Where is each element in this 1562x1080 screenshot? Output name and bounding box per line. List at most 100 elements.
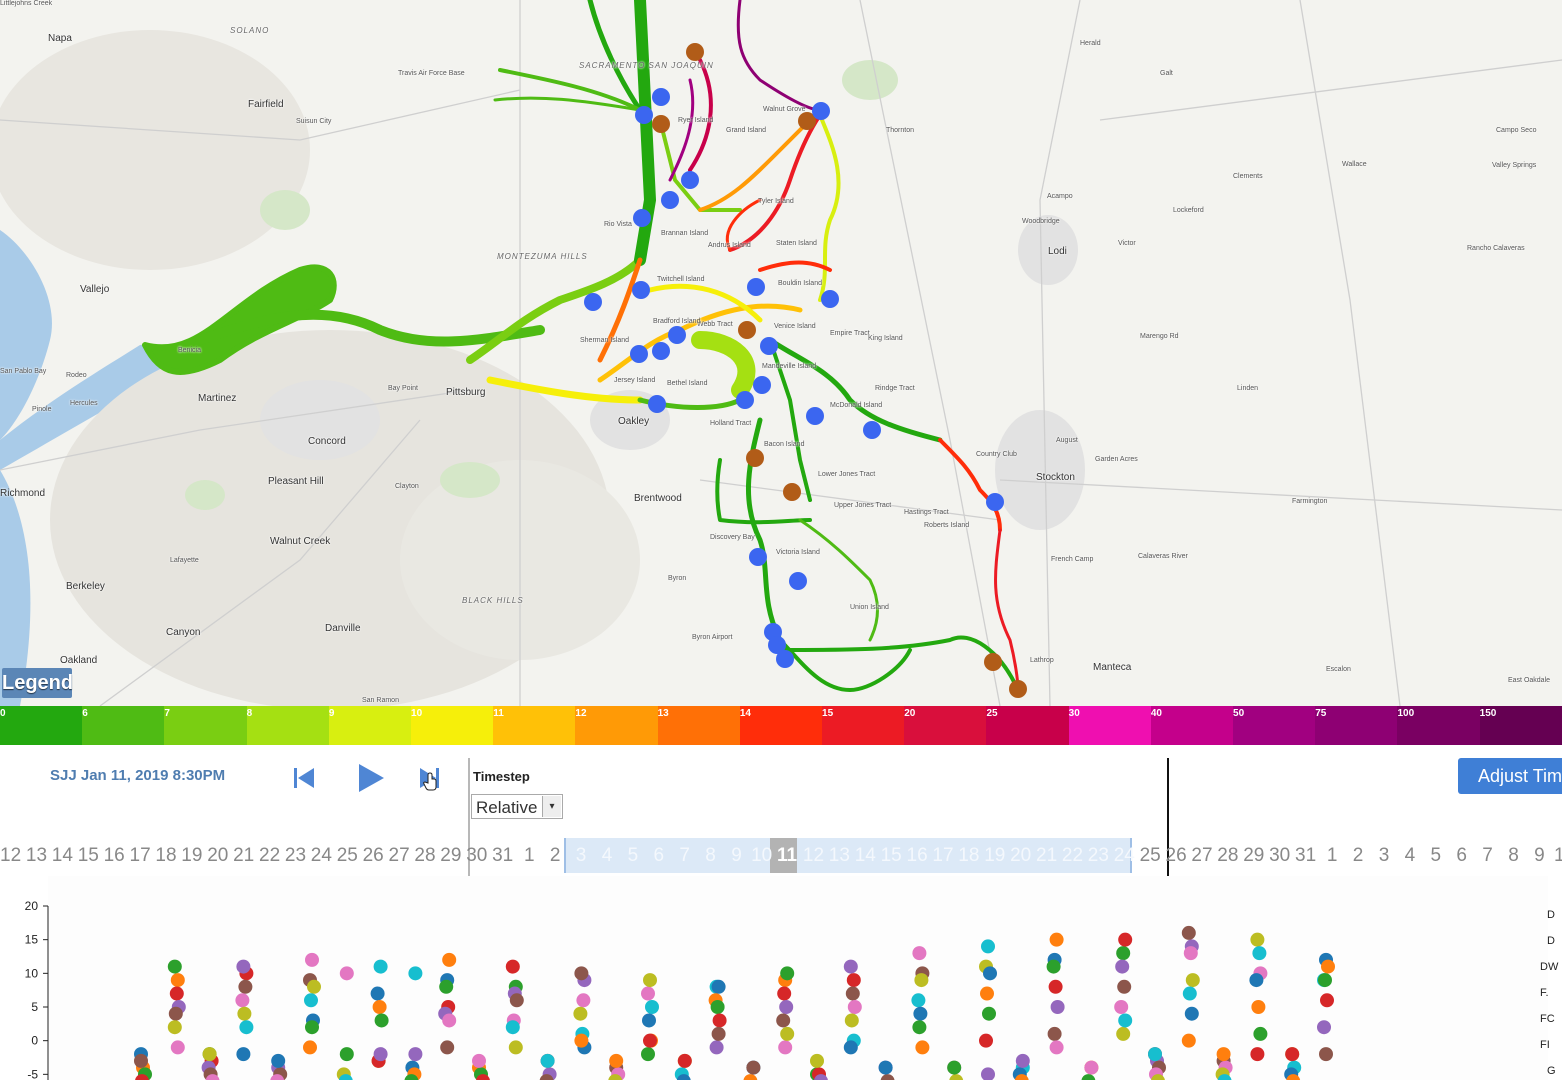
timeline-day[interactable]: 22 (1062, 845, 1083, 867)
timeline-day[interactable]: 25 (1140, 845, 1161, 867)
map-label: Oakland (60, 655, 98, 666)
timeline-day[interactable]: 22 (259, 845, 280, 867)
timeline-day[interactable]: 18 (958, 845, 979, 867)
scatter-point (1148, 1047, 1162, 1062)
timeline-day[interactable]: 13 (829, 845, 850, 867)
timeline-day[interactable]: 18 (155, 845, 176, 867)
timeline-day[interactable]: 1 (524, 845, 535, 867)
timeline-day[interactable]: 24 (1114, 845, 1135, 867)
first-step-button[interactable] (288, 761, 322, 795)
timeline-day[interactable]: 9 (731, 845, 742, 867)
timeline-day[interactable]: 4 (1405, 845, 1416, 867)
scatter-point (1084, 1060, 1099, 1075)
timestep-select[interactable]: Relative ▾ (471, 794, 563, 819)
map-label: San Ramon (362, 697, 399, 704)
timeline-day[interactable]: 29 (440, 845, 461, 867)
timeline-day[interactable]: 7 (679, 845, 690, 867)
timeline-day[interactable]: 28 (414, 845, 435, 867)
timeline-day[interactable]: 5 (628, 845, 639, 867)
timeline-day[interactable]: 30 (1269, 845, 1290, 867)
scatter-point (239, 1020, 254, 1035)
timeline-day[interactable]: 16 (104, 845, 125, 867)
map-label: Holland Tract (710, 420, 752, 427)
timeline-day[interactable]: 10 (1554, 845, 1562, 867)
timeline-day[interactable]: 17 (932, 845, 953, 867)
timeline-day[interactable]: 13 (26, 845, 47, 867)
timeline-day[interactable]: 24 (311, 845, 332, 867)
timeline-day[interactable]: 6 (654, 845, 665, 867)
timeline-day[interactable]: 14 (52, 845, 73, 867)
scatter-point (609, 1053, 624, 1068)
scatter-point (911, 993, 926, 1008)
map-label: Country Club (976, 451, 1017, 458)
timeline-day[interactable]: 2 (550, 845, 561, 867)
map-label: BLACK HILLS (462, 596, 524, 605)
scatter-point (1250, 1047, 1265, 1062)
date-timeline[interactable]: 12 13 14 15 16 17 18 19 20 21 22 23 24 25 26 27 28 29 30 31… (0, 838, 1562, 874)
timeline-day[interactable]: 15 (78, 845, 99, 867)
adjust-time-button[interactable]: Adjust Tim (1458, 758, 1562, 794)
chevron-down-icon[interactable]: ▾ (542, 796, 561, 817)
timeline-day[interactable]: 14 (855, 845, 876, 867)
timeline-day[interactable]: 21 (1036, 845, 1057, 867)
timeline-day[interactable]: 16 (907, 845, 928, 867)
timeline-day[interactable]: 9 (1534, 845, 1545, 867)
timeline-day[interactable]: 29 (1243, 845, 1264, 867)
timeline-day[interactable]: 30 (466, 845, 487, 867)
map-label: Staten Island (776, 240, 817, 247)
timeline-day[interactable]: 5 (1431, 845, 1442, 867)
play-button[interactable] (354, 761, 388, 795)
scatter-point (980, 986, 994, 1001)
last-step-button[interactable] (414, 761, 448, 795)
timeline-day[interactable]: 25 (337, 845, 358, 867)
timeline-day[interactable]: 2 (1353, 845, 1364, 867)
scatter-point (1252, 946, 1267, 961)
map-label: Roberts Island (924, 522, 970, 529)
timeline-day[interactable]: 3 (576, 845, 587, 867)
timeline-day[interactable]: 31 (1295, 845, 1316, 867)
ec-colorbar: 0 6 7 8 9 10 11 12 13 14 15 20 25 30 40 50 75 100 150 (0, 706, 1562, 745)
timeline-day[interactable]: 6 (1456, 845, 1467, 867)
timeline-day[interactable]: 26 (1166, 845, 1187, 867)
map-view[interactable]: Napa SOLANO Travis Air Force Base Fairfield… (0, 0, 1562, 706)
timeline-day[interactable]: 27 (1191, 845, 1212, 867)
scatter-point (167, 959, 182, 974)
station-marker (652, 342, 670, 360)
station-marker (746, 449, 764, 467)
timeline-day[interactable]: 4 (602, 845, 613, 867)
timeline-day[interactable]: 19 (181, 845, 202, 867)
timeline-day[interactable]: 8 (1508, 845, 1519, 867)
timeline-day[interactable]: 1 (1327, 845, 1338, 867)
timeline-day[interactable]: 15 (881, 845, 902, 867)
timeline-day[interactable]: 10 (751, 845, 772, 867)
map-label: Rancho Calaveras (1467, 245, 1525, 252)
timeline-day[interactable]: 8 (705, 845, 716, 867)
timeline-day[interactable]: 12 (803, 845, 824, 867)
timeline-day[interactable]: 23 (1088, 845, 1109, 867)
scatter-point (983, 966, 997, 981)
skip-back-icon (294, 768, 314, 788)
timeline-day[interactable]: 19 (984, 845, 1005, 867)
scatter-point (1184, 1006, 1199, 1021)
timeline-day[interactable]: 21 (233, 845, 254, 867)
scatter-point (912, 1020, 927, 1035)
scatter-point (202, 1047, 217, 1062)
timeline-day[interactable]: 27 (389, 845, 410, 867)
timeline-day[interactable]: 3 (1379, 845, 1390, 867)
timeline-day[interactable]: 20 (207, 845, 228, 867)
map-label: Martinez (198, 393, 237, 404)
timeline-day[interactable]: 31 (492, 845, 513, 867)
timeline-day[interactable]: 26 (363, 845, 384, 867)
timeline-day[interactable]: 23 (285, 845, 306, 867)
series-label: F. (1540, 987, 1549, 999)
timeline-day[interactable]: 28 (1217, 845, 1238, 867)
map-label: Woodbridge (1022, 218, 1060, 225)
timeline-day[interactable]: 11 (777, 845, 797, 867)
scatter-point (505, 959, 520, 974)
timeline-day[interactable]: 20 (1010, 845, 1031, 867)
timeline-day[interactable]: 12 (0, 845, 21, 867)
legend-button[interactable]: Legend (2, 668, 73, 698)
timeline-day[interactable]: 7 (1482, 845, 1493, 867)
scatter-point (746, 1060, 761, 1075)
timeline-day[interactable]: 17 (130, 845, 151, 867)
